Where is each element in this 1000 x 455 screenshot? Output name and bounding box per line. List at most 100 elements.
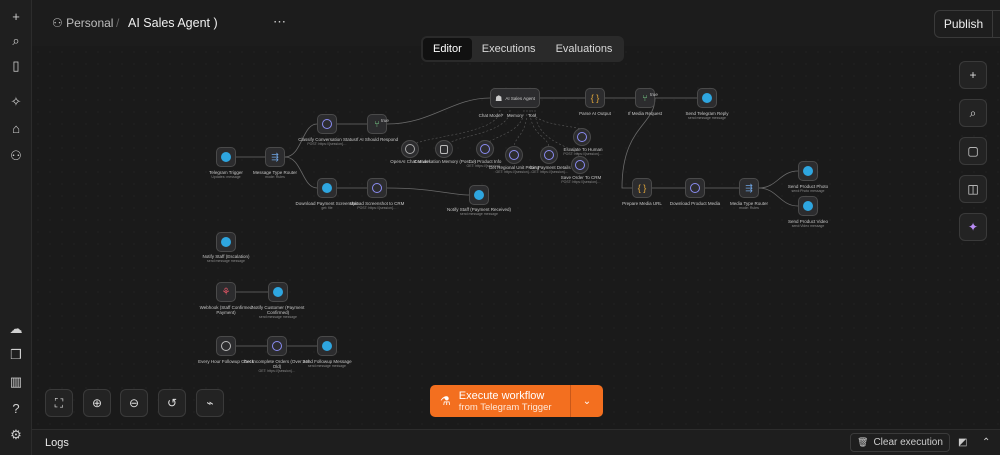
if-should-respond-node[interactable]: ⑂ (367, 114, 387, 134)
side-panel-button[interactable]: ◫ (959, 175, 987, 203)
node-label: If AI Should Respond (342, 137, 412, 142)
ai-assistant-button[interactable]: ✦ (959, 213, 987, 241)
save-order-to-crm-node[interactable] (571, 156, 589, 174)
node-label: Notify Staff (Payment Received) send:mess… (444, 207, 514, 217)
insights-icon[interactable]: ▥ (6, 372, 26, 392)
node-label: Save Order To CRM POST: https://{session}… (546, 175, 616, 185)
node-label: Send Product Video send:Video message (773, 219, 843, 229)
panel-toggle-icon[interactable]: ▯ (6, 56, 26, 76)
add-icon[interactable]: + (6, 6, 26, 26)
every-hour-followup-node[interactable] (216, 336, 236, 356)
reset-zoom-button[interactable]: ↺ (158, 389, 186, 417)
help-icon[interactable]: ? (6, 398, 26, 418)
sticky-note-button[interactable]: ▢ (959, 137, 987, 165)
node-label: Notify Customer (Payment Confirmed) send:… (243, 305, 313, 320)
tidy-up-button[interactable]: ⌁ (196, 389, 224, 417)
classify-conversation-node[interactable] (317, 114, 337, 134)
download-payment-screenshot-node[interactable] (317, 178, 337, 198)
send-followup-node[interactable] (317, 336, 337, 356)
node-subtitle: send:Photo message (791, 189, 825, 193)
workflow-title[interactable]: AI Sales Agent ) (128, 16, 218, 30)
zoom-out-icon: ⊖ (128, 396, 140, 410)
more-options-icon[interactable]: ⋯ (273, 14, 287, 30)
node-label: Media Type Router mode: Rules (714, 201, 784, 211)
prepare-media-url-node[interactable]: { } (632, 178, 652, 198)
left-sidebar: + ⌕ ▯ ✧ ⌂ ⚇ ☁ ❒ ▥ ? ⚙ (0, 0, 32, 455)
broom-icon: ⌁ (206, 396, 214, 410)
send-product-video-node[interactable] (798, 196, 818, 216)
media-type-router-node[interactable]: ⇶ (739, 178, 759, 198)
upload-screenshot-node[interactable] (367, 178, 387, 198)
node-subtitle: POST: https://{session}… (561, 180, 601, 184)
fit-view-button[interactable]: ⛶ (45, 389, 73, 417)
globe-icon (272, 341, 282, 351)
notify-staff-escalation-node[interactable] (216, 232, 236, 252)
download-product-media-node[interactable] (685, 178, 705, 198)
add-node-button[interactable]: + (959, 61, 987, 89)
cloud-icon[interactable]: ☁ (6, 319, 26, 339)
notify-customer-payment-node[interactable] (268, 282, 288, 302)
telegram-icon (803, 166, 813, 176)
notify-staff-payment-node[interactable] (469, 185, 489, 205)
globe-icon (322, 119, 332, 129)
conversation-memory-node[interactable] (435, 140, 453, 158)
globe-icon (480, 144, 490, 154)
execute-workflow-button-group: ⚗ Execute workflow from Telegram Trigger… (430, 385, 603, 417)
node-subtitle: send:message message (688, 116, 726, 120)
get-product-info-node[interactable] (476, 140, 494, 158)
node-subtitle: mode: Rules (739, 206, 759, 210)
zoom-in-button[interactable]: ⊕ (83, 389, 111, 417)
search-nodes-button[interactable]: ⌕ (959, 99, 987, 127)
home-icon[interactable]: ⌂ (6, 118, 26, 138)
node-label: Send Followup Message send:message messag… (292, 359, 362, 369)
settings-icon[interactable]: ⚙ (6, 425, 26, 445)
webhook-staff-confirmed-node[interactable]: ⚘ (216, 282, 236, 302)
node-subtitle: send:message message (207, 259, 245, 263)
zoom-out-button[interactable]: ⊖ (120, 389, 148, 417)
openai-chat-model-node[interactable] (401, 140, 419, 158)
if-media-request-node[interactable]: ⑂ (635, 88, 655, 108)
plus-icon: + (969, 68, 977, 82)
telegram-icon (221, 152, 231, 162)
workflow-canvas[interactable]: Telegram Trigger Updates: message ⇶ Messa… (32, 46, 1000, 429)
node-subtitle: mode: Rules (265, 175, 285, 179)
node-label: If Media Request (610, 111, 680, 116)
get-regional-pricing-node[interactable] (505, 146, 523, 164)
search-icon[interactable]: ⌕ (6, 31, 26, 51)
node-subtitle: send:message message (259, 315, 297, 319)
node-title: Download Product Media (669, 201, 721, 206)
execute-label: Execute workflow (458, 389, 545, 402)
fullscreen-icon: ⛶ (54, 395, 64, 410)
globe-icon (509, 150, 519, 160)
escalate-to-human-node[interactable] (573, 128, 591, 146)
node-subtitle: GET: https://{session}… (258, 369, 296, 373)
search-icon: ⌕ (969, 105, 977, 120)
note-icon: ▢ (967, 144, 979, 158)
user-icon[interactable]: ⚇ (6, 146, 26, 166)
telegram-icon (702, 93, 712, 103)
chevron-up-icon[interactable]: ⌃ (982, 437, 990, 448)
chevron-down-icon[interactable]: ⌄ (993, 11, 1000, 37)
node-title: Parse AI Output (579, 111, 611, 116)
publish-button[interactable]: Publish (935, 11, 993, 37)
trash-icon: 🗑 (857, 437, 869, 447)
sparkles-icon[interactable]: ✧ (6, 92, 26, 112)
tab-editor[interactable]: Editor (423, 38, 472, 60)
clear-execution-button[interactable]: 🗑 Clear execution (850, 433, 950, 452)
message-type-router-node[interactable]: ⇶ (265, 147, 285, 167)
chevron-down-icon[interactable]: ⌄ (571, 385, 603, 417)
breadcrumb-workspace[interactable]: ⚇ Personal (52, 16, 113, 30)
execute-workflow-button[interactable]: ⚗ Execute workflow from Telegram Trigger (430, 385, 571, 417)
get-incomplete-orders-node[interactable] (267, 336, 287, 356)
tab-evaluations[interactable]: Evaluations (546, 38, 623, 60)
node-label: Upload Screenshot to CRM POST: https://{s… (342, 201, 412, 211)
logs-panel[interactable]: Logs 🗑 Clear execution ◩ ⌃ (32, 429, 1000, 455)
parse-ai-output-node[interactable]: { } (585, 88, 605, 108)
ai-sales-agent-node[interactable]: ☗ AI Sales Agent (490, 88, 540, 108)
tab-executions[interactable]: Executions (472, 38, 546, 60)
popout-icon[interactable]: ◩ (958, 437, 967, 448)
telegram-trigger-node[interactable] (216, 147, 236, 167)
templates-icon[interactable]: ❒ (6, 345, 26, 365)
send-telegram-reply-node[interactable] (697, 88, 717, 108)
send-product-photo-node[interactable] (798, 161, 818, 181)
